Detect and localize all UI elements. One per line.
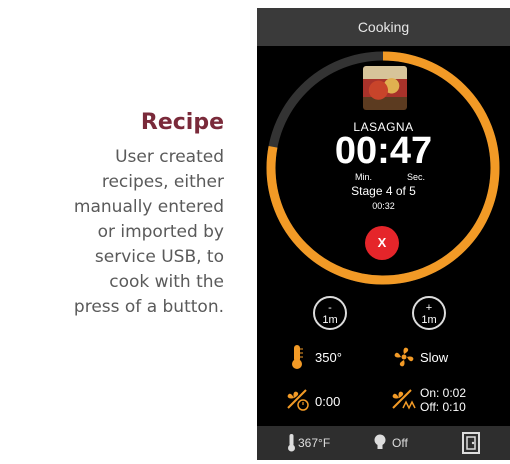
temperature-setpoint[interactable]: 350°	[315, 350, 342, 365]
fan-speed[interactable]: Slow	[420, 350, 448, 365]
current-temperature: 367°F	[298, 436, 331, 450]
minus-icon: -	[328, 302, 332, 314]
description-text: User created recipes, either manually en…	[0, 145, 224, 320]
cycle-on: On: 0:02	[420, 386, 467, 400]
door-icon[interactable]	[462, 432, 480, 454]
stage-time: 00:32	[372, 201, 395, 211]
description-panel: Recipe User created recipes, either manu…	[0, 110, 224, 320]
header-title: Cooking	[257, 8, 510, 46]
plus-icon: +	[425, 302, 433, 314]
description-line: service USB, to	[94, 247, 224, 267]
recipe-image	[363, 66, 407, 110]
fan-cycle-icon	[392, 389, 416, 410]
status-footer: 367°F Off	[257, 426, 510, 460]
fan-timer-icon	[287, 389, 309, 411]
timer-min-label: Min.	[355, 172, 373, 182]
description-line: manually entered	[73, 197, 224, 217]
thermometer-icon	[292, 345, 303, 369]
delay-time[interactable]: 0:00	[315, 394, 340, 409]
description-line: or imported by	[97, 222, 224, 242]
plus-minute-button[interactable]: + 1m	[412, 296, 446, 330]
minus-minute-label: 1m	[322, 314, 338, 326]
fan-icon	[394, 347, 414, 367]
lightbulb-icon	[374, 434, 386, 449]
description-line: User created	[115, 147, 224, 167]
oven-screen: Cooking LASAGNA 00:47 Min. Sec. Stage 4 …	[257, 8, 510, 460]
light-status[interactable]: Off	[392, 436, 408, 450]
description-line: cook with the	[109, 272, 224, 292]
thermometer-icon	[288, 434, 295, 452]
description-line: recipes, either	[101, 172, 224, 192]
countdown-timer: 00:47	[334, 130, 433, 172]
stage-label: Stage 4 of 5	[351, 184, 416, 198]
minus-minute-button[interactable]: - 1m	[313, 296, 347, 330]
description-title: Recipe	[140, 110, 224, 135]
timer-sec-label: Sec.	[407, 172, 426, 182]
cycle-off: Off: 0:10	[420, 400, 466, 414]
cancel-button[interactable]: X	[365, 226, 399, 260]
plus-minute-label: 1m	[421, 314, 437, 326]
description-line: press of a button.	[73, 297, 224, 317]
fan-cycle-times[interactable]: On: 0:02 Off: 0:10	[420, 386, 466, 414]
